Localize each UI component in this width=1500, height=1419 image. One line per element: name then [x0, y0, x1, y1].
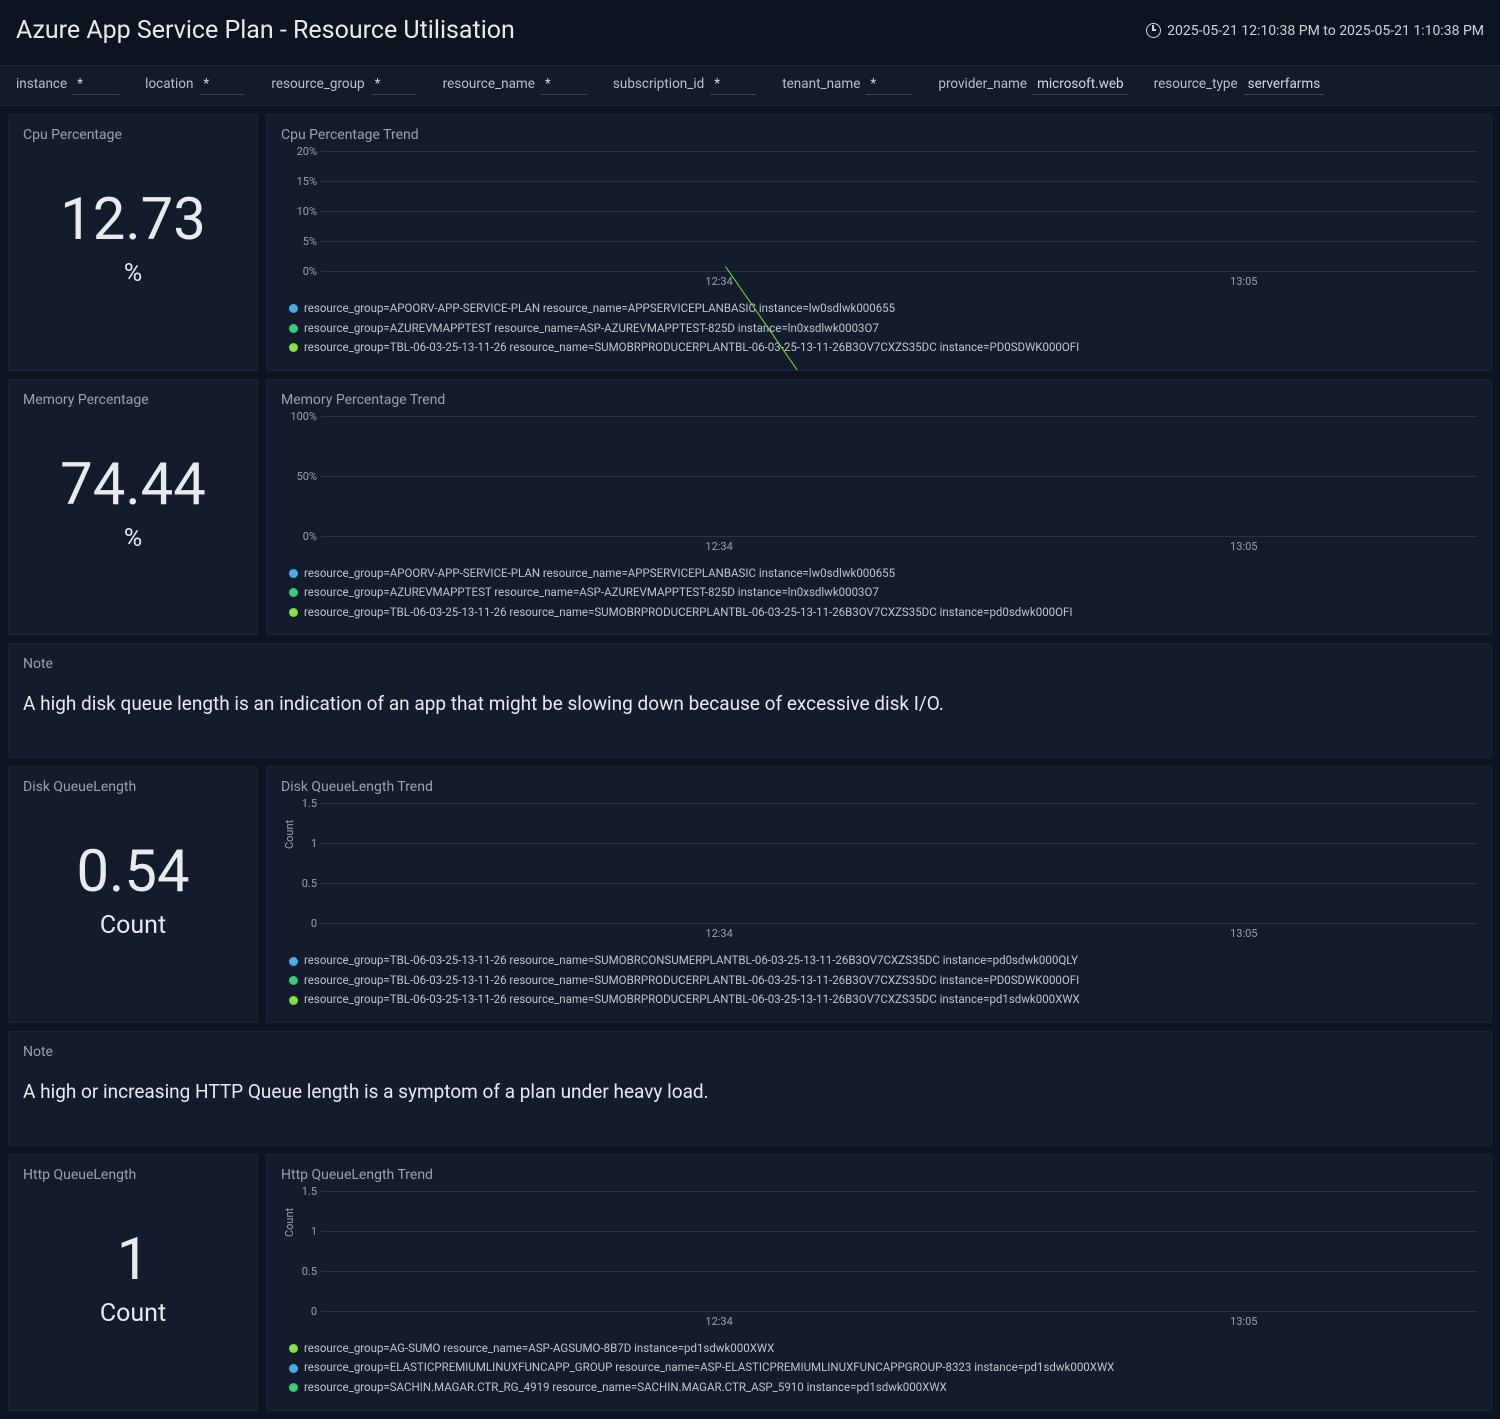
- http-unit: Count: [23, 1299, 243, 1328]
- cpu-trend-chart[interactable]: 0%5%10%15%20%12:3413:05resource_group=AP…: [281, 151, 1477, 358]
- panel-title: Http QueueLength Trend: [281, 1167, 1477, 1183]
- note-http-panel: Note A high or increasing HTTP Queue len…: [8, 1031, 1492, 1146]
- filter-value: *: [866, 76, 912, 95]
- filter-label: tenant_name: [782, 76, 860, 92]
- panel-title: Disk QueueLength: [23, 779, 243, 795]
- legend-dot-icon: [289, 1364, 298, 1373]
- filter-resource_type[interactable]: resource_type serverfarms: [1154, 76, 1325, 95]
- legend-dot-icon: [289, 1383, 298, 1392]
- filter-value: serverfarms: [1244, 76, 1325, 95]
- mem-unit: %: [23, 524, 243, 553]
- http-queue-panel: Http QueueLength 1 Count: [8, 1154, 258, 1411]
- filter-label: provider_name: [938, 76, 1027, 92]
- filter-label: resource_name: [443, 76, 535, 92]
- panel-title: Memory Percentage: [23, 392, 243, 408]
- filter-bar: instance*location*resource_group*resourc…: [0, 65, 1500, 106]
- cpu-unit: %: [23, 259, 243, 288]
- panel-title: Memory Percentage Trend: [281, 392, 1477, 408]
- filter-value: microsoft.web: [1033, 76, 1128, 95]
- time-range-text: 2025-05-21 12:10:38 PM to 2025-05-21 1:1…: [1167, 23, 1484, 39]
- mem-value: 74.44: [23, 456, 243, 514]
- note-text: A high or increasing HTTP Queue length i…: [23, 1068, 1477, 1133]
- panel-title: Cpu Percentage: [23, 127, 243, 143]
- legend-dot-icon: [289, 976, 298, 985]
- legend-dot-icon: [289, 569, 298, 578]
- legend-dot-icon: [289, 324, 298, 333]
- disk-value: 0.54: [23, 843, 243, 901]
- filter-provider_name[interactable]: provider_name microsoft.web: [938, 76, 1127, 95]
- panel-title: Note: [23, 656, 1477, 672]
- filter-label: subscription_id: [613, 76, 704, 92]
- legend-dot-icon: [289, 957, 298, 966]
- disk-unit: Count: [23, 911, 243, 940]
- legend-dot-icon: [289, 343, 298, 352]
- page-title: Azure App Service Plan - Resource Utilis…: [16, 16, 515, 45]
- panel-title: Http QueueLength: [23, 1167, 243, 1183]
- filter-value: *: [710, 76, 756, 95]
- filter-value: *: [199, 76, 245, 95]
- legend-dot-icon: [289, 304, 298, 313]
- http-trend-chart[interactable]: 00.511.5Count12:3413:05resource_group=AG…: [281, 1191, 1477, 1398]
- memory-trend-chart[interactable]: 0%50%100%12:3413:05resource_group=APOORV…: [281, 416, 1477, 623]
- header: Azure App Service Plan - Resource Utilis…: [0, 0, 1500, 65]
- note-disk-panel: Note A high disk queue length is an indi…: [8, 643, 1492, 758]
- filter-label: resource_type: [1154, 76, 1238, 92]
- filter-subscription_id[interactable]: subscription_id *: [613, 76, 756, 95]
- filter-value: *: [73, 76, 119, 95]
- disk-trend-chart[interactable]: 00.511.5Count12:3413:05resource_group=TB…: [281, 803, 1477, 1010]
- panel-title: Cpu Percentage Trend: [281, 127, 1477, 143]
- filter-resource_group[interactable]: resource_group *: [271, 76, 416, 95]
- filter-value: *: [371, 76, 417, 95]
- filter-tenant_name[interactable]: tenant_name *: [782, 76, 912, 95]
- legend-dot-icon: [289, 996, 298, 1005]
- cpu-trend-panel: Cpu Percentage Trend 0%5%10%15%20%12:341…: [266, 114, 1492, 371]
- http-value: 1: [23, 1231, 243, 1289]
- filter-label: resource_group: [271, 76, 364, 92]
- http-trend-panel: Http QueueLength Trend 00.511.5Count12:3…: [266, 1154, 1492, 1411]
- cpu-percentage-panel: Cpu Percentage 12.73 %: [8, 114, 258, 371]
- filter-resource_name[interactable]: resource_name *: [443, 76, 587, 95]
- memory-percentage-panel: Memory Percentage 74.44 %: [8, 379, 258, 636]
- cpu-value: 12.73: [23, 191, 243, 249]
- filter-label: location: [145, 76, 193, 92]
- legend-dot-icon: [289, 608, 298, 617]
- disk-trend-panel: Disk QueueLength Trend 00.511.5Count12:3…: [266, 766, 1492, 1023]
- disk-queue-panel: Disk QueueLength 0.54 Count: [8, 766, 258, 1023]
- memory-trend-panel: Memory Percentage Trend 0%50%100%12:3413…: [266, 379, 1492, 636]
- filter-instance[interactable]: instance *: [16, 76, 119, 95]
- time-range-picker[interactable]: 2025-05-21 12:10:38 PM to 2025-05-21 1:1…: [1146, 23, 1484, 39]
- panel-title: Note: [23, 1044, 1477, 1060]
- clock-icon: [1146, 23, 1161, 38]
- filter-location[interactable]: location *: [145, 76, 245, 95]
- note-text: A high disk queue length is an indicatio…: [23, 680, 1477, 745]
- filter-value: *: [541, 76, 587, 95]
- filter-label: instance: [16, 76, 67, 92]
- legend-dot-icon: [289, 1344, 298, 1353]
- legend-dot-icon: [289, 588, 298, 597]
- panel-title: Disk QueueLength Trend: [281, 779, 1477, 795]
